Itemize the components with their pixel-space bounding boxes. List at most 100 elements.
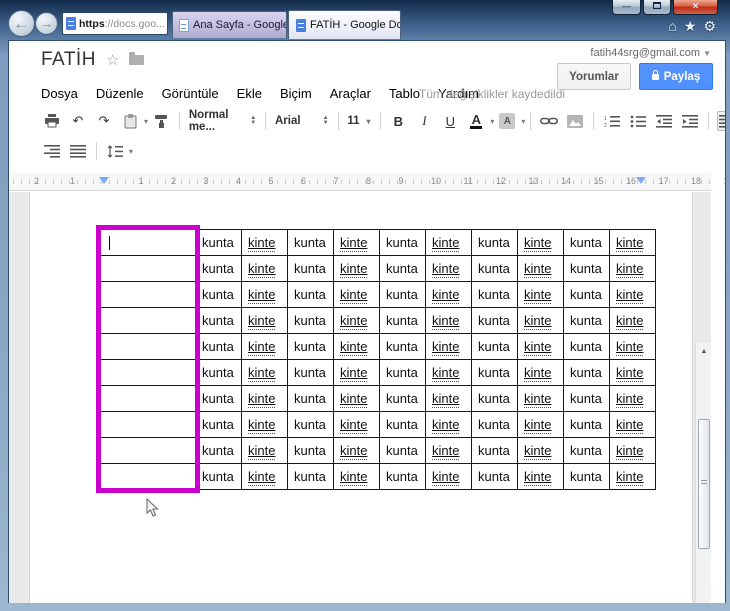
table-cell[interactable]: kinte [609,281,656,308]
table-cell[interactable]: kinte [333,281,380,308]
highlight-dropdown-icon[interactable]: ▾ [521,117,525,126]
table-cell[interactable] [100,229,196,256]
table-cell[interactable]: kunta [471,255,518,282]
table-cell[interactable]: kinte [425,333,472,360]
table-cell[interactable]: kunta [471,359,518,386]
table-cell[interactable]: kunta [195,359,242,386]
table-cell[interactable]: kinte [517,411,564,438]
table-cell[interactable] [100,385,196,412]
table-cell[interactable]: kunta [563,307,610,334]
table-cell[interactable]: kunta [563,385,610,412]
table-cell[interactable]: kunta [471,463,518,490]
table-cell[interactable]: kunta [195,333,242,360]
table-cell[interactable]: kunta [563,411,610,438]
table-cell[interactable]: kinte [609,255,656,282]
table-cell[interactable] [100,333,196,360]
table-cell[interactable]: kinte [241,385,288,412]
table-cell[interactable] [100,307,196,334]
table-cell[interactable]: kinte [609,385,656,412]
text-color-button[interactable]: A [466,111,486,131]
table-cell[interactable]: kunta [287,463,334,490]
table-cell[interactable]: kunta [195,255,242,282]
star-doc-icon[interactable]: ☆ [106,51,119,69]
table-cell[interactable] [100,281,196,308]
table-cell[interactable]: kunta [563,437,610,464]
table-cell[interactable]: kinte [333,463,380,490]
table-cell[interactable]: kunta [379,411,426,438]
table-cell[interactable]: kinte [425,437,472,464]
share-button[interactable]: Paylaş [639,63,713,90]
table-cell[interactable]: kunta [195,229,242,256]
table-cell[interactable]: kinte [241,281,288,308]
italic-button[interactable]: I [414,111,434,131]
table-cell[interactable]: kunta [287,359,334,386]
table-cell[interactable]: kunta [287,229,334,256]
favorites-star-icon[interactable]: ★ [684,18,697,35]
table-cell[interactable]: kinte [241,333,288,360]
justify-icon[interactable] [68,141,88,161]
align-right-icon[interactable] [42,141,62,161]
menu-ekle[interactable]: Ekle [237,86,262,101]
close-button[interactable]: ✕ [673,0,718,15]
table-cell[interactable]: kinte [609,229,656,256]
table-cell[interactable]: kunta [563,359,610,386]
table-cell[interactable]: kunta [563,333,610,360]
table-cell[interactable]: kinte [517,281,564,308]
table-cell[interactable]: kunta [379,229,426,256]
folder-icon[interactable] [129,52,145,65]
menu-görüntüle[interactable]: Görüntüle [162,86,219,101]
paint-format-icon[interactable] [151,111,171,131]
scroll-up-icon[interactable]: ▲ [697,344,711,359]
table-cell[interactable] [100,411,196,438]
table-cell[interactable]: kinte [425,229,472,256]
numbered-list-icon[interactable]: 12 [602,111,622,131]
table-cell[interactable]: kinte [333,307,380,334]
line-spacing-icon[interactable] [105,141,125,161]
bold-button[interactable]: B [388,111,408,131]
insert-link-icon[interactable] [539,111,559,131]
clipboard-dropdown-icon[interactable]: ▾ [144,117,148,126]
table-cell[interactable]: kunta [379,463,426,490]
highlight-color-button[interactable]: A [497,111,517,131]
right-indent-marker[interactable] [636,177,646,184]
table-cell[interactable]: kinte [425,307,472,334]
table-cell[interactable]: kinte [425,385,472,412]
table-cell[interactable] [100,255,196,282]
minimize-button[interactable]: — [612,0,641,15]
table-cell[interactable]: kinte [609,359,656,386]
table-cell[interactable]: kunta [471,307,518,334]
home-icon[interactable]: ⌂ [668,18,676,35]
table-cell[interactable]: kunta [287,437,334,464]
table-cell[interactable]: kunta [287,411,334,438]
menu-dosya[interactable]: Dosya [41,86,78,101]
table-cell[interactable]: kinte [333,411,380,438]
settings-gear-icon[interactable]: ⚙ [703,18,716,35]
table-cell[interactable]: kinte [333,229,380,256]
table-cell[interactable]: kunta [563,463,610,490]
table-cell[interactable]: kunta [471,437,518,464]
align-left-icon[interactable] [716,111,725,131]
table-cell[interactable]: kunta [287,307,334,334]
table-cell[interactable]: kunta [379,333,426,360]
table-cell[interactable]: kinte [517,333,564,360]
table-cell[interactable]: kinte [241,229,288,256]
table-cell[interactable]: kinte [241,411,288,438]
table-cell[interactable]: kunta [563,255,610,282]
line-spacing-dropdown-icon[interactable]: ▾ [129,147,133,156]
maximize-button[interactable] [643,0,671,15]
table-cell[interactable]: kinte [609,437,656,464]
bulleted-list-icon[interactable] [628,111,648,131]
table-cell[interactable]: kinte [241,255,288,282]
left-indent-marker[interactable] [99,177,109,184]
table-cell[interactable]: kinte [517,437,564,464]
table-cell[interactable]: kunta [287,385,334,412]
table-cell[interactable]: kinte [609,307,656,334]
outdent-icon[interactable] [654,111,674,131]
table-cell[interactable]: kinte [333,333,380,360]
table-cell[interactable]: kinte [609,463,656,490]
table-cell[interactable]: kunta [195,307,242,334]
account-email[interactable]: fatih44srg@gmail.com ▼ [590,47,711,59]
table-cell[interactable]: kinte [517,359,564,386]
table-cell[interactable]: kunta [287,281,334,308]
menu-düzenle[interactable]: Düzenle [96,86,144,101]
